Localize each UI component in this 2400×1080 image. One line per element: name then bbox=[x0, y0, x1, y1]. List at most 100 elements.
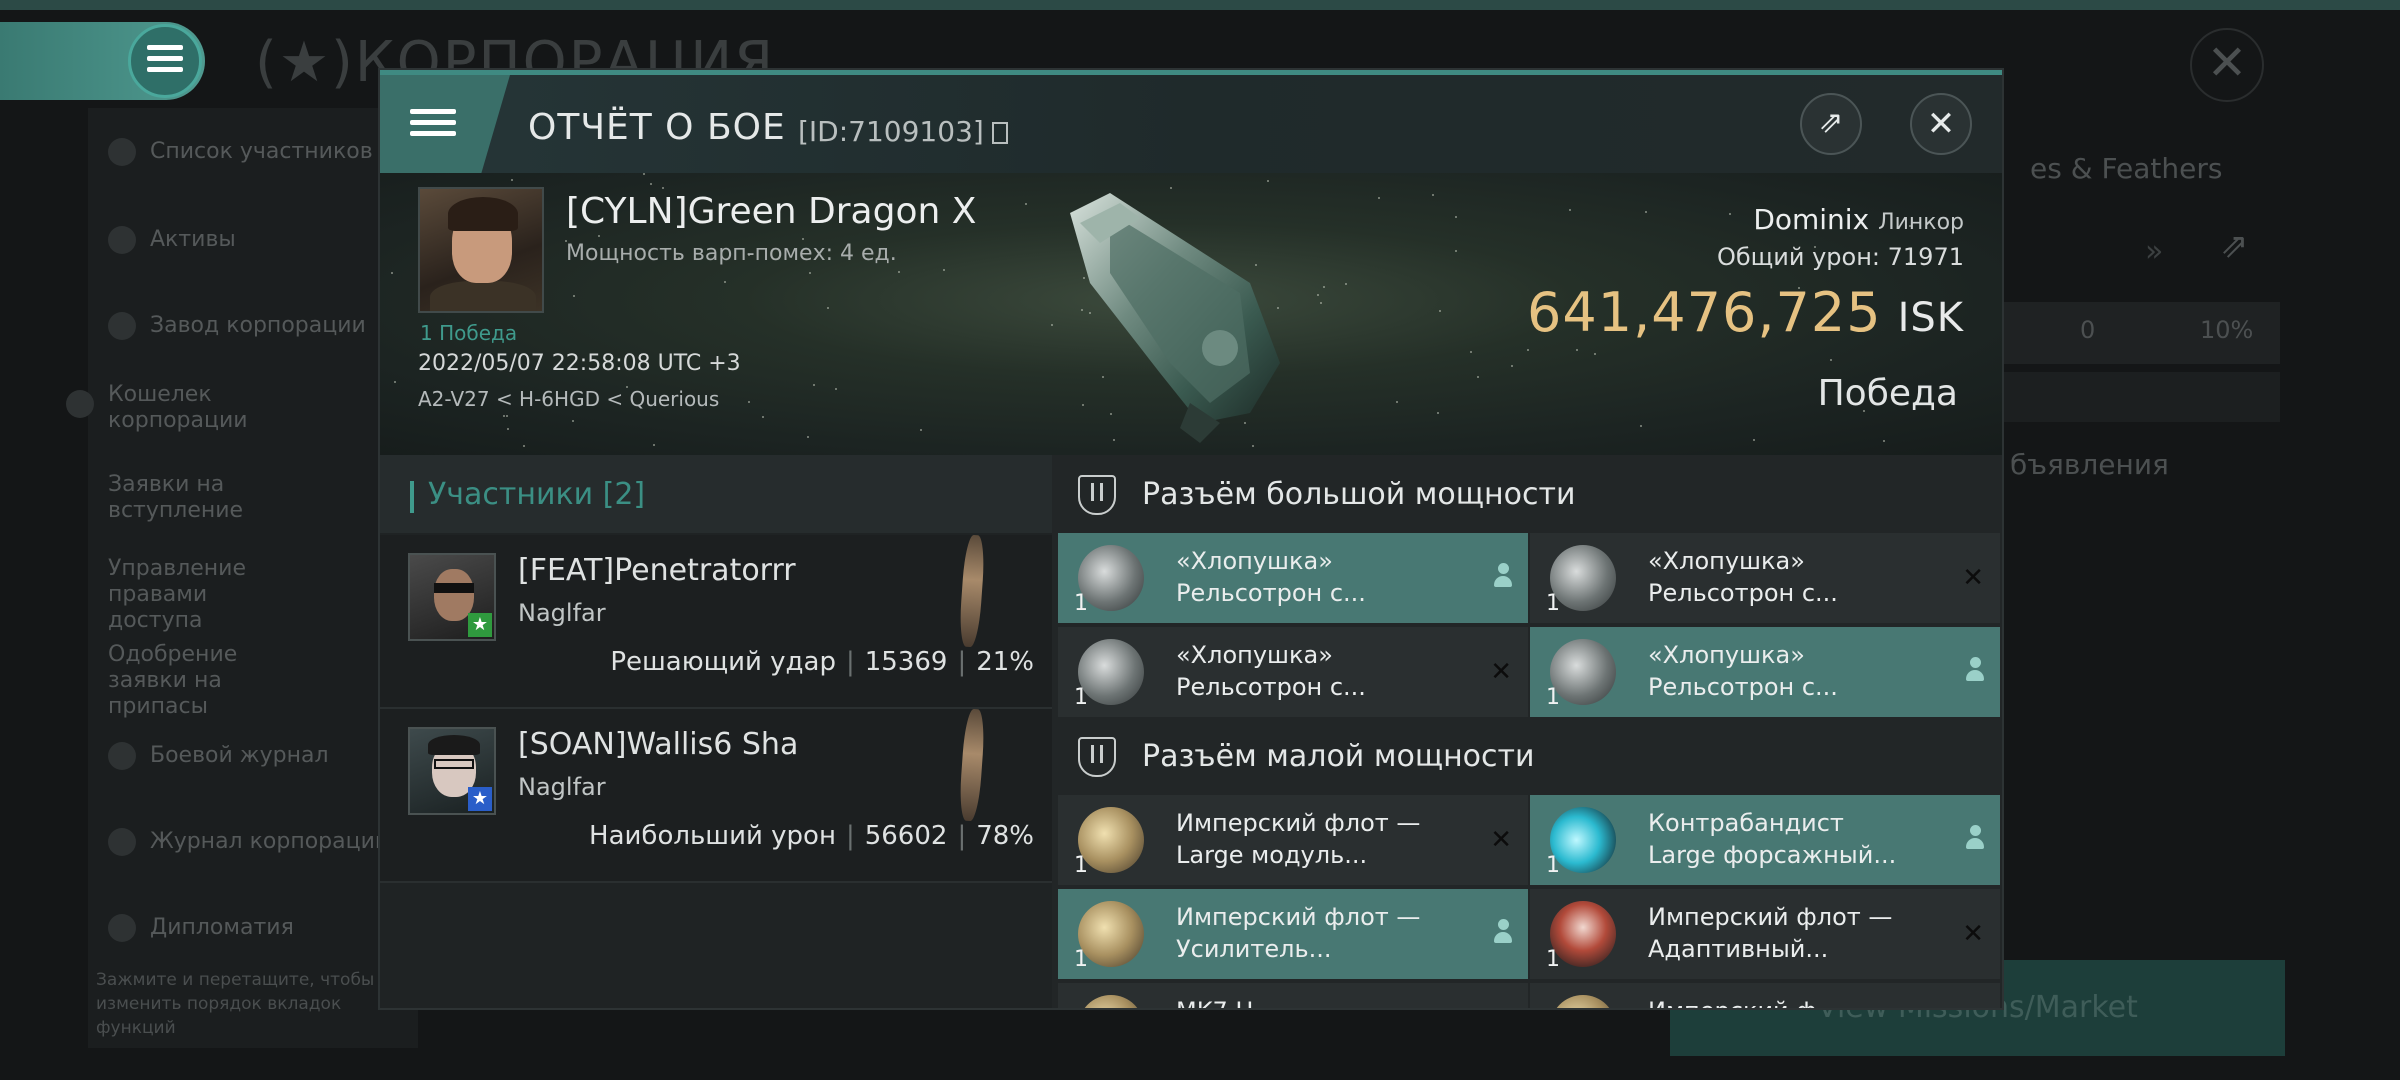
sidebar-item-access-rights[interactable]: Управление правами доступа bbox=[108, 556, 308, 634]
star-dot bbox=[761, 416, 764, 419]
participant-portrait[interactable]: ★ bbox=[408, 553, 496, 641]
module-name-line1: Имперский флот — bbox=[1648, 903, 1893, 931]
sidebar-item-assets[interactable]: Активы bbox=[108, 226, 236, 254]
share-icon[interactable]: ⇗ bbox=[2220, 226, 2249, 266]
fitting-panel: Разъём большой мощности 1 «Хлопушка» Рел… bbox=[1052, 455, 2002, 1008]
close-icon[interactable]: ✕ bbox=[1910, 93, 1972, 155]
module-quantity: 1 bbox=[1546, 685, 1560, 710]
members-icon bbox=[108, 138, 136, 166]
participant-damage: 15369 bbox=[864, 647, 948, 677]
participant-name[interactable]: [SOAN]Wallis6 Sha bbox=[518, 727, 798, 762]
sidebar-label: Дипломатия bbox=[150, 915, 294, 940]
module-name-line2: Рельсотрон с... bbox=[1648, 673, 1838, 701]
module-slot[interactable]: 1 Контрабандист Large форсажный... bbox=[1530, 795, 2000, 885]
participant-row[interactable]: ★ [SOAN]Wallis6 Sha Naglfar Наибольший у… bbox=[380, 708, 1052, 883]
sidebar-label: Заявки на вступление bbox=[108, 472, 244, 523]
corp-close-icon[interactable]: ✕ bbox=[2190, 28, 2264, 102]
module-slot[interactable]: 1 Имперский флот — Large модуль... ✕ bbox=[1058, 795, 1528, 885]
battle-report-modal: ОТЧЁТ О БОЕ [ID:7109103] ⇗ ✕ [CYLN]Green… bbox=[378, 68, 2004, 1010]
module-name-line1: «Хлопушка» bbox=[1648, 547, 1805, 575]
participant-name[interactable]: [FEAT]Penetratorrr bbox=[518, 553, 796, 588]
sidebar-item-corp-log[interactable]: Журнал корпорации bbox=[108, 828, 389, 856]
star-dot bbox=[1317, 294, 1320, 297]
star-dot bbox=[827, 307, 830, 310]
high-slot-title: Разъём большой мощности bbox=[1142, 477, 1576, 512]
wallet-icon bbox=[66, 390, 94, 418]
sidebar-item-supply-approval[interactable]: Одобрение заявки на припасы bbox=[108, 642, 308, 720]
module-quantity: 1 bbox=[1074, 947, 1088, 972]
star-dot bbox=[1455, 216, 1458, 219]
sidebar-item-wallet[interactable]: Кошелек корпорации bbox=[66, 382, 308, 434]
corp-announcements[interactable]: бъявления bbox=[2010, 448, 2169, 481]
report-menu-button[interactable] bbox=[380, 75, 510, 173]
star-dot bbox=[1469, 350, 1472, 353]
report-id[interactable]: [ID:7109103] bbox=[798, 115, 1008, 148]
star-dot bbox=[747, 401, 750, 404]
star-dot bbox=[1344, 283, 1347, 286]
module-name-line2: Рельсотрон с... bbox=[1176, 673, 1366, 701]
participant-stats: Решающий удар | 15369 | 21% bbox=[610, 647, 1034, 677]
factory-icon bbox=[108, 312, 136, 340]
participant-portrait[interactable]: ★ bbox=[408, 727, 496, 815]
participant-row[interactable]: ★ [FEAT]Penetratorrr Naglfar Решающий уд… bbox=[380, 534, 1052, 709]
destroyed-x-icon: ✕ bbox=[1962, 563, 1984, 593]
victim-name[interactable]: [CYLN]Green Dragon X bbox=[566, 191, 976, 232]
star-dot bbox=[1568, 209, 1571, 212]
star-dot bbox=[1378, 196, 1381, 199]
star-dot bbox=[661, 186, 664, 189]
portrait-shoulders bbox=[430, 281, 536, 311]
victim-portrait[interactable] bbox=[418, 187, 544, 313]
sidebar-item-combat-log[interactable]: Боевой журнал bbox=[108, 742, 329, 770]
ship-class: Линкор bbox=[1878, 210, 1964, 235]
sidebar-item-members[interactable]: Список участников bbox=[108, 138, 373, 166]
corp-menu-circle[interactable] bbox=[128, 24, 202, 98]
copy-icon[interactable] bbox=[991, 122, 1008, 144]
star-dot bbox=[652, 444, 655, 447]
participant-label: Наибольший урон bbox=[589, 821, 836, 851]
sidebar-label: Одобрение заявки на припасы bbox=[108, 642, 238, 719]
report-title: ОТЧЁТ О БОЕ bbox=[528, 107, 786, 148]
dominix-ship-image[interactable] bbox=[1050, 173, 1290, 453]
portrait-hair bbox=[428, 735, 480, 755]
module-slot[interactable]: 1 «Хлопушка» Рельсотрон с... ✕ bbox=[1058, 627, 1528, 717]
export-icon[interactable]: ⇗ bbox=[1800, 93, 1862, 155]
sidebar-item-applications[interactable]: Заявки на вступление bbox=[108, 472, 308, 524]
sidebar-item-factory[interactable]: Завод корпорации bbox=[108, 312, 366, 340]
participant-stats: Наибольший урон | 56602 | 78% bbox=[589, 821, 1034, 851]
sidebar-item-diplomacy[interactable]: Дипломатия bbox=[108, 914, 294, 942]
star-dot bbox=[724, 281, 727, 284]
separator: | bbox=[957, 647, 967, 677]
module-quantity: 1 bbox=[1546, 947, 1560, 972]
module-quantity: 1 bbox=[1546, 853, 1560, 878]
isk-value: 641,476,725 ISK bbox=[1527, 281, 1964, 344]
module-slot[interactable]: 1 «Хлопушка» Рельсотрон с... bbox=[1058, 533, 1528, 623]
module-name-line2: Усилитель... bbox=[1176, 935, 1332, 963]
reorder-hint: Зажмите и перетащите, чтобы изменить пор… bbox=[96, 970, 375, 1038]
ship-name[interactable]: Dominix Линкор bbox=[1753, 203, 1964, 236]
module-slot[interactable]: 1 Имперский флот — Адаптивный... ✕ bbox=[1530, 889, 2000, 979]
star-dot bbox=[808, 271, 811, 274]
participants-title: Участники [2] bbox=[428, 477, 646, 512]
module-slot[interactable]: 1 «Хлопушка» Рельсотрон с... bbox=[1530, 627, 2000, 717]
kill-location[interactable]: A2-V27 < H-6HGD < Querious bbox=[418, 387, 719, 411]
module-slot[interactable]: 1 «Хлопушка» Рельсотрон с... ✕ bbox=[1530, 533, 2000, 623]
module-name-line2: Large модуль... bbox=[1176, 841, 1368, 869]
star-dot bbox=[1527, 348, 1530, 351]
stat-percent: 10% bbox=[2200, 316, 2254, 344]
star-dot bbox=[1729, 213, 1732, 216]
low-slot-title: Разъём малой мощности bbox=[1142, 739, 1535, 774]
sidebar-label: Завод корпорации bbox=[150, 313, 366, 338]
star-dot bbox=[393, 380, 396, 383]
star-dot bbox=[1830, 359, 1833, 362]
module-slot-partial[interactable]: MK7 H bbox=[1058, 983, 1528, 1008]
corp-menu-button[interactable] bbox=[0, 22, 205, 100]
star-dot bbox=[1439, 310, 1442, 313]
dropped-person-icon bbox=[1494, 919, 1512, 952]
module-slot-partial[interactable]: Имперский ф bbox=[1530, 983, 2000, 1008]
module-slot[interactable]: 1 Имперский флот — Усилитель... bbox=[1058, 889, 1528, 979]
module-name-line1: «Хлопушка» bbox=[1648, 641, 1805, 669]
star-dot bbox=[835, 387, 838, 390]
star-dot bbox=[1575, 349, 1578, 352]
chevron-right-icon[interactable]: » bbox=[2145, 234, 2163, 269]
star-dot bbox=[1511, 364, 1514, 367]
